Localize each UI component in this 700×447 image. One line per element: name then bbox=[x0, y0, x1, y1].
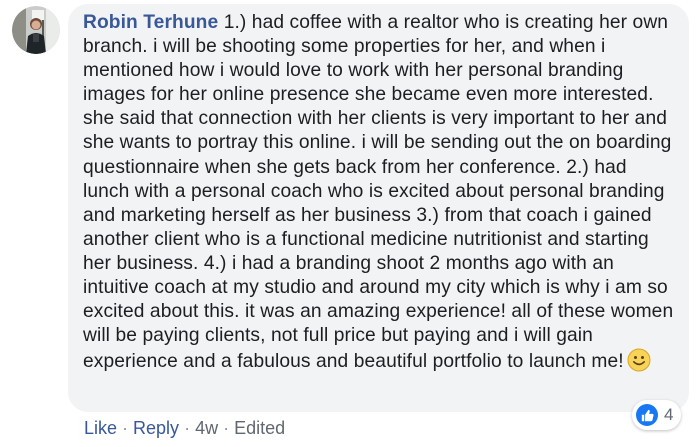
comment-body: Robin Terhune 1.) had coffee with a real… bbox=[83, 11, 675, 374]
thumbs-up-icon bbox=[636, 404, 658, 426]
smiley-emoji-icon bbox=[627, 348, 651, 372]
separator-dot: · bbox=[223, 418, 230, 438]
avatar[interactable] bbox=[12, 6, 60, 54]
comment-bubble: Robin Terhune 1.) had coffee with a real… bbox=[68, 4, 689, 412]
reaction-count: 4 bbox=[664, 405, 674, 424]
comment-author-link[interactable]: Robin Terhune bbox=[83, 12, 218, 33]
edited-label[interactable]: Edited bbox=[234, 418, 285, 438]
like-link[interactable]: Like bbox=[84, 418, 117, 438]
comment-text: 1.) had coffee with a realtor who is cre… bbox=[83, 12, 674, 373]
reply-link[interactable]: Reply bbox=[133, 418, 179, 438]
separator-dot: · bbox=[122, 418, 129, 438]
separator-dot: · bbox=[184, 418, 191, 438]
comment-actions: Like · Reply · 4w · Edited bbox=[84, 417, 285, 439]
reaction-summary[interactable]: 4 bbox=[632, 400, 682, 430]
comment-timestamp[interactable]: 4w bbox=[195, 418, 218, 438]
profile-photo bbox=[12, 6, 60, 54]
